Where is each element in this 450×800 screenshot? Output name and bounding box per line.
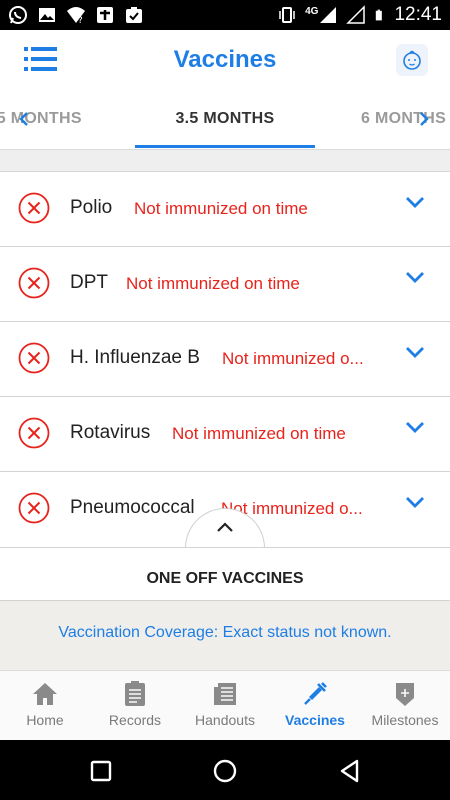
vaccine-name: Rotavirus (70, 422, 151, 443)
plus-box-icon (97, 7, 113, 23)
vaccine-name: H. Influenzae B (70, 347, 200, 368)
status-bar: ? 4G 12:41 (0, 0, 450, 30)
nav-label: Home (26, 712, 64, 728)
vaccine-row-dpt[interactable]: DPT Not immunized on time (0, 247, 450, 322)
image-icon (39, 8, 55, 22)
not-immunized-icon (18, 492, 50, 524)
tab-scroll-right-button[interactable] (412, 105, 436, 133)
list-top-divider (0, 150, 450, 172)
records-icon (125, 681, 145, 706)
chevron-down-icon[interactable] (404, 269, 426, 285)
network-type-label: 4G (305, 5, 319, 17)
not-immunized-icon (18, 417, 50, 449)
nav-item-handouts[interactable]: Handouts (180, 671, 270, 740)
page-title: Vaccines (173, 46, 277, 73)
syringe-icon (304, 682, 327, 705)
status-left-icons: ? (8, 5, 144, 25)
home-icon (33, 683, 57, 705)
chevron-down-icon[interactable] (404, 344, 426, 360)
chevron-right-icon (420, 112, 429, 126)
home-circle-icon[interactable] (211, 757, 239, 785)
chevron-down-icon[interactable] (404, 419, 426, 435)
clock: 12:41 (394, 4, 442, 25)
nav-label: Milestones (371, 712, 439, 728)
chevron-up-icon (217, 522, 233, 532)
signal-empty-icon (346, 5, 366, 24)
clipboard-check-icon (126, 7, 142, 23)
vaccination-coverage-text: Vaccination Coverage: Exact status not k… (0, 601, 450, 670)
recent-apps-icon[interactable] (87, 757, 115, 785)
system-navigation-bar (0, 740, 450, 800)
nav-label: Vaccines (285, 712, 345, 728)
nav-item-records[interactable]: Records (90, 671, 180, 740)
nav-item-home[interactable]: Home (0, 671, 90, 740)
vaccine-row-rotavirus[interactable]: Rotavirus Not immunized on time (0, 397, 450, 472)
one-off-vaccines-section[interactable]: ONE OFF VACCINES (0, 547, 450, 601)
handouts-icon (214, 683, 236, 705)
vaccine-name: Pneumococcal (70, 497, 195, 518)
nav-label: Records (108, 712, 162, 728)
battery-icon (376, 9, 383, 21)
vaccine-row-hib[interactable]: H. Influenzae B Not immunized o... (0, 322, 450, 397)
chevron-down-icon[interactable] (404, 194, 426, 210)
vaccine-status: Not immunized o... (222, 349, 364, 368)
baby-face-icon (403, 50, 421, 70)
status-right-icons: 4G 12:41 (277, 4, 442, 26)
svg-text:?: ? (78, 16, 83, 25)
vaccine-list: Polio Not immunized on time DPT Not immu… (0, 172, 450, 547)
vaccine-name: Polio (70, 197, 113, 218)
vaccine-name: DPT (70, 272, 108, 293)
chevron-down-icon[interactable] (404, 494, 426, 510)
month-tab-bar: .5 MONTHS 3.5 MONTHS 6 MONTHS (0, 90, 450, 150)
active-tab-indicator (135, 145, 315, 148)
not-immunized-icon (18, 192, 50, 224)
signal-icon (320, 7, 337, 23)
nav-item-milestones[interactable]: Milestones (360, 671, 450, 740)
bottom-navigation: Home Records Handouts Vaccines Milestone… (0, 670, 450, 740)
vaccine-status: Not immunized on time (172, 424, 346, 443)
not-immunized-icon (18, 342, 50, 374)
app-header: Vaccines (0, 30, 450, 90)
whatsapp-icon (9, 6, 27, 24)
wifi-question-icon: ? (67, 7, 85, 25)
vaccine-row-polio[interactable]: Polio Not immunized on time (0, 172, 450, 247)
vaccine-status: Not immunized on time (126, 274, 300, 293)
profile-button[interactable] (396, 44, 428, 76)
tab-scroll-left-button[interactable] (12, 105, 36, 133)
vibrate-icon (279, 7, 295, 23)
chevron-left-icon (19, 112, 28, 126)
back-triangle-icon[interactable] (336, 757, 364, 785)
nav-item-vaccines[interactable]: Vaccines (270, 671, 360, 740)
not-immunized-icon (18, 267, 50, 299)
nav-label: Handouts (195, 712, 255, 728)
vaccine-status: Not immunized on time (134, 199, 308, 218)
milestone-shield-icon (396, 683, 414, 706)
